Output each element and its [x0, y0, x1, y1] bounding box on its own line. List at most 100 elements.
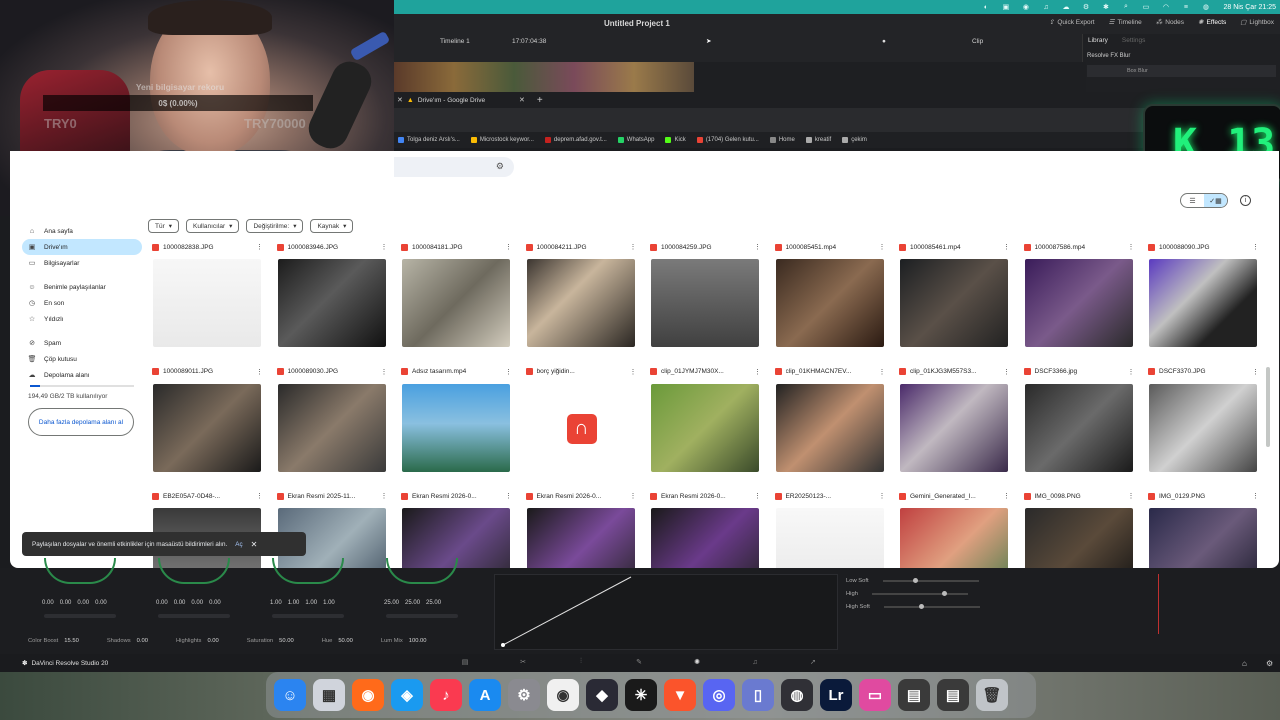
more-options-icon[interactable]: ⋮ — [1252, 368, 1259, 376]
sidebar-item[interactable]: ▣ Drive'ım — [22, 239, 142, 255]
bookmark-item[interactable]: Tolga deniz Arslı's... — [398, 137, 460, 143]
more-options-icon[interactable]: ⋮ — [879, 492, 886, 500]
wheel-value[interactable]: 0.00 — [42, 600, 54, 606]
wheel-value[interactable]: 0.00 — [156, 600, 168, 606]
filter-chip[interactable]: Kaynak ▾ — [310, 219, 354, 233]
search-filter-icon[interactable]: ⚙ — [496, 161, 504, 172]
wheel-value[interactable]: 1.00 — [323, 600, 335, 606]
more-options-icon[interactable]: ⋮ — [381, 368, 388, 376]
file-card[interactable]: IMG_0129.PNG ⋮ — [1144, 488, 1262, 568]
sidebar-item[interactable]: ☆ Yıldızlı — [22, 311, 142, 327]
info-icon[interactable]: i — [1240, 195, 1251, 206]
more-options-icon[interactable]: ⋮ — [630, 368, 637, 376]
app-status-icon[interactable]: ◐ — [981, 3, 990, 11]
discord-icon[interactable]: ◎ — [703, 679, 735, 711]
color-wheel[interactable] — [386, 558, 458, 584]
wheel-slider[interactable] — [386, 614, 458, 618]
file-card[interactable]: 1000082838.JPG ⋮ — [148, 239, 266, 357]
file-card[interactable]: ER20250123-... ⋮ — [771, 488, 889, 568]
cut-page-icon[interactable]: ✂ — [518, 658, 528, 666]
param-value[interactable]: 50.00 — [338, 638, 353, 644]
file-card[interactable]: 1000084259.JPG ⋮ — [646, 239, 764, 357]
sidebar-item[interactable]: ◷ En son — [22, 295, 142, 311]
file-card[interactable]: Ekran Resmi 2026-0... ⋮ — [646, 488, 764, 568]
more-options-icon[interactable]: ⋮ — [1252, 492, 1259, 500]
wheel-value[interactable]: 0.00 — [174, 600, 186, 606]
more-options-icon[interactable]: ⋮ — [1128, 243, 1135, 251]
more-options-icon[interactable]: ⋮ — [505, 368, 512, 376]
wheel-value[interactable]: 0.00 — [95, 600, 107, 606]
wheel-value[interactable]: 0.00 — [209, 600, 221, 606]
snackbar-action[interactable]: Aç — [235, 541, 242, 548]
edit-page-icon[interactable]: ⫶ — [576, 658, 586, 666]
file-card[interactable]: 1000089030.JPG ⋮ — [273, 364, 391, 482]
wheel-value[interactable]: 1.00 — [270, 600, 282, 606]
more-options-icon[interactable]: ⋮ — [256, 368, 263, 376]
sidebar-item[interactable]: ▭ Bilgisayarlar — [22, 255, 142, 271]
filter-chip[interactable]: Kullanıcılar ▾ — [186, 219, 240, 233]
get-more-storage-button[interactable]: Daha fazla depolama alanı al — [28, 408, 134, 436]
wheel-value[interactable]: 25.00 — [405, 600, 420, 606]
music-icon[interactable]: ♪ — [430, 679, 462, 711]
timeline-name[interactable]: Timeline 1 — [440, 38, 470, 45]
effects-button[interactable]: ✺ Effects — [1198, 18, 1226, 27]
list-view-icon[interactable]: ☰ — [1181, 194, 1204, 207]
wheel-value[interactable]: 25.00 — [426, 600, 441, 606]
settings-gear-icon[interactable]: ⚙ — [1266, 659, 1273, 668]
bookmark-item[interactable]: Microstock keywor... — [470, 137, 534, 143]
launchpad-icon[interactable]: ▦ — [313, 679, 345, 711]
sidebar-item[interactable]: 🗑 Çöp kutusu — [22, 351, 142, 367]
cloud-icon[interactable]: ☁ — [1061, 3, 1070, 11]
tab-close-icon[interactable]: ✕ — [519, 96, 525, 104]
siri-icon[interactable]: ◍ — [1201, 3, 1210, 11]
bookmark-item[interactable]: (1704) Gelen kutu... — [696, 137, 759, 143]
filter-chip[interactable]: Değiştirilme: ▾ — [246, 219, 304, 233]
sidebar-item[interactable]: ☺ Benimle paylaşılanlar — [22, 279, 142, 295]
bookmark-item[interactable]: kreatif — [805, 137, 831, 143]
snackbar-close-icon[interactable]: ✕ — [251, 540, 258, 549]
obs-icon[interactable]: ◍ — [781, 679, 813, 711]
search-input[interactable]: ⚙ — [394, 157, 514, 177]
wheel-value[interactable]: 0.00 — [191, 600, 203, 606]
color-wheel[interactable] — [44, 558, 116, 584]
firefox-icon[interactable]: ◉ — [352, 679, 384, 711]
more-options-icon[interactable]: ⋮ — [381, 243, 388, 251]
brave-icon[interactable]: ▼ — [664, 679, 696, 711]
wheel-slider[interactable] — [158, 614, 230, 618]
more-options-icon[interactable]: ⋮ — [630, 243, 637, 251]
media-page-icon[interactable]: ▤ — [460, 658, 470, 666]
trash-icon[interactable]: 🗑 — [976, 679, 1008, 711]
more-options-icon[interactable]: ⋮ — [1003, 368, 1010, 376]
safari-icon[interactable]: ◈ — [391, 679, 423, 711]
record-icon[interactable]: ◉ — [1021, 3, 1030, 11]
file-card[interactable]: DSCF3370.JPG ⋮ — [1144, 364, 1262, 482]
file-card[interactable]: Adsız tasarım.mp4 ⋮ — [397, 364, 515, 482]
more-options-icon[interactable]: ⋮ — [256, 492, 263, 500]
more-options-icon[interactable]: ⋮ — [879, 368, 886, 376]
soft-slider-knob[interactable] — [918, 603, 924, 609]
more-options-icon[interactable]: ⋮ — [879, 243, 886, 251]
file-card[interactable]: 1000083946.JPG ⋮ — [273, 239, 391, 357]
more-options-icon[interactable]: ⋮ — [256, 243, 263, 251]
fusion-page-icon[interactable]: ✎ — [634, 658, 644, 666]
file-card[interactable]: clip_01KJG3M557S3... ⋮ — [895, 364, 1013, 482]
color-page-icon[interactable]: ✺ — [692, 658, 702, 666]
grid-view-icon[interactable]: ✓▦ — [1204, 194, 1227, 207]
timeline-button[interactable]: ☰ Timeline — [1109, 18, 1142, 27]
sidebar-item[interactable]: ⌂ Ana sayfa — [22, 223, 142, 239]
lightbox-button[interactable]: ▢ Lightbox — [1240, 18, 1274, 27]
window-icon[interactable]: ▤ — [898, 679, 930, 711]
more-options-icon[interactable]: ⋮ — [505, 492, 512, 500]
fairlight-page-icon[interactable]: ♫ — [750, 658, 760, 666]
more-options-icon[interactable]: ⋮ — [1003, 492, 1010, 500]
param-value[interactable]: 15.50 — [64, 638, 79, 644]
file-card[interactable]: IMG_0098.PNG ⋮ — [1020, 488, 1138, 568]
wifi-icon[interactable]: ◠ — [1161, 3, 1170, 11]
more-options-icon[interactable]: ⋮ — [1128, 492, 1135, 500]
more-options-icon[interactable]: ⋮ — [630, 492, 637, 500]
resolve-icon[interactable]: ◆ — [586, 679, 618, 711]
perplexity-icon[interactable]: ✳ — [625, 679, 657, 711]
bluetooth-icon[interactable]: ✱ — [1101, 3, 1110, 11]
wheel-value[interactable]: 25.00 — [384, 600, 399, 606]
filter-chip[interactable]: Tür ▾ — [148, 219, 180, 233]
